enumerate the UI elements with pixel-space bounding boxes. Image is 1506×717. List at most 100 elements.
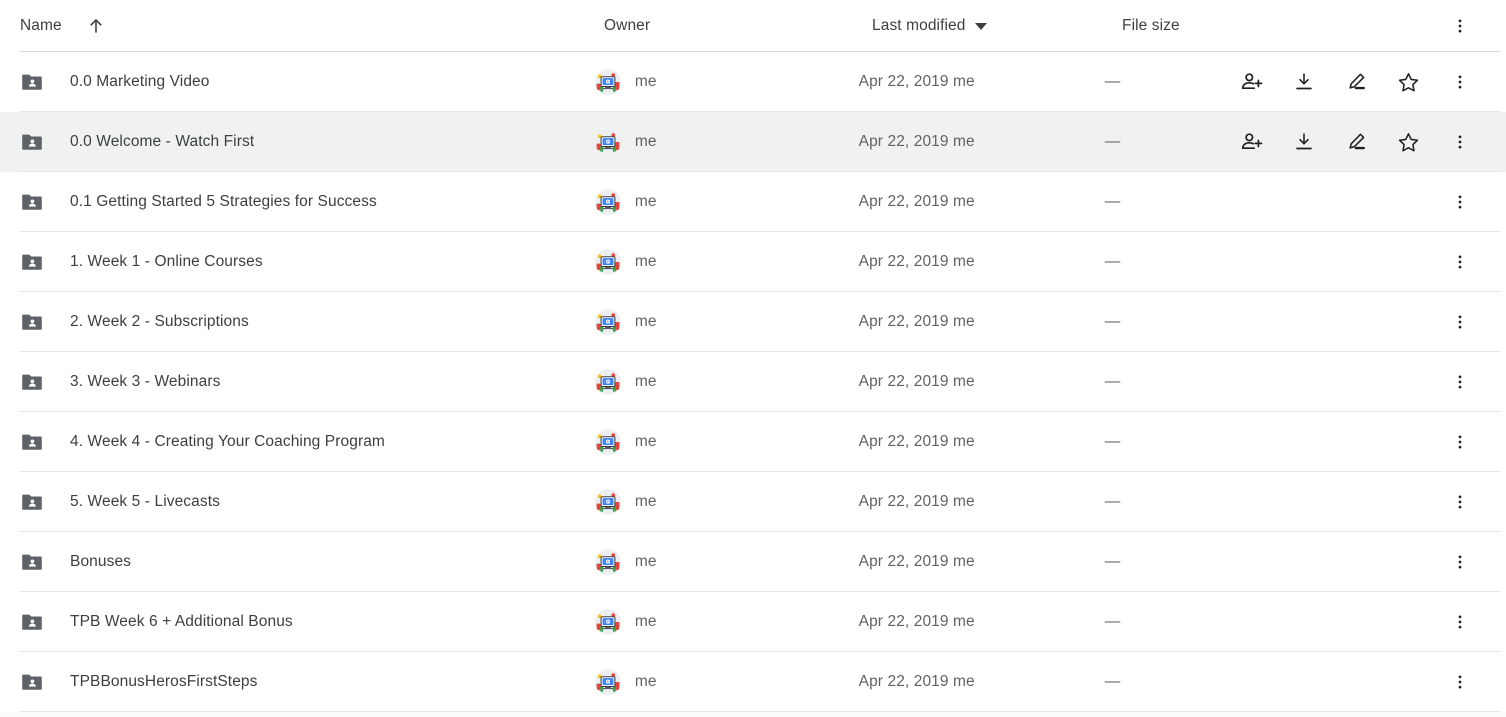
row-actions	[1213, 52, 1506, 112]
row-more-button[interactable]	[1447, 489, 1473, 515]
avatar	[595, 249, 621, 275]
file-size-label: —	[1104, 613, 1121, 630]
column-header-last-modified[interactable]: Last modified	[872, 0, 1122, 52]
table-row[interactable]: 3. Week 3 - Webinars me Apr 22, 2019 me …	[0, 352, 1506, 412]
last-modified-label: Apr 22, 2019 me	[858, 253, 975, 270]
cell-name: 4. Week 4 - Creating Your Coaching Progr…	[0, 412, 595, 472]
download-icon	[1293, 131, 1315, 153]
table-row[interactable]: 4. Week 4 - Creating Your Coaching Progr…	[0, 412, 1506, 472]
avatar	[595, 69, 621, 95]
table-row[interactable]: 0.0 Marketing Video me Apr 22, 2019 me —	[0, 52, 1506, 112]
last-modified-label: Apr 22, 2019 me	[858, 193, 975, 210]
download-button[interactable]	[1291, 129, 1317, 155]
file-size-label: —	[1104, 493, 1121, 510]
column-header-owner[interactable]: Owner	[604, 0, 872, 52]
file-name-label: 4. Week 4 - Creating Your Coaching Progr…	[70, 433, 385, 450]
last-modified-label: Apr 22, 2019 me	[858, 553, 975, 570]
more-vertical-icon	[1451, 313, 1469, 331]
more-vertical-icon	[1451, 373, 1469, 391]
file-size-label: —	[1104, 313, 1121, 330]
cell-last-modified: Apr 22, 2019 me	[859, 112, 1105, 172]
row-more-button[interactable]	[1447, 69, 1473, 95]
row-actions	[1213, 292, 1506, 352]
table-row[interactable]: 0.1 Getting Started 5 Strategies for Suc…	[0, 172, 1506, 232]
row-more-button[interactable]	[1447, 189, 1473, 215]
owner-label: me	[634, 553, 657, 570]
shared-folder-icon	[20, 310, 44, 334]
cell-last-modified: Apr 22, 2019 me	[859, 352, 1105, 412]
row-actions	[1213, 172, 1506, 232]
cell-last-modified: Apr 22, 2019 me	[859, 532, 1105, 592]
avatar	[595, 549, 621, 575]
cell-name: 0.1 Getting Started 5 Strategies for Suc…	[0, 172, 595, 232]
row-more-button[interactable]	[1447, 249, 1473, 275]
list-options-more-button[interactable]	[1447, 13, 1473, 39]
avatar	[595, 429, 621, 455]
table-row[interactable]: 1. Week 1 - Online Courses me Apr 22, 20…	[0, 232, 1506, 292]
cell-name: 0.0 Marketing Video	[0, 52, 595, 112]
column-header-name[interactable]: Name	[0, 0, 604, 52]
cell-name: TPBBonusHerosFirstSteps	[0, 652, 595, 712]
row-more-button[interactable]	[1447, 549, 1473, 575]
column-header-file-size[interactable]: File size	[1122, 0, 1232, 52]
file-name-label: 0.0 Welcome - Watch First	[70, 133, 255, 150]
shared-folder-icon	[20, 430, 44, 454]
cell-last-modified: Apr 22, 2019 me	[859, 592, 1105, 652]
row-actions	[1213, 592, 1506, 652]
cell-owner: me	[595, 292, 859, 352]
table-row[interactable]: Bonuses me Apr 22, 2019 me —	[0, 532, 1506, 592]
cell-last-modified: Apr 22, 2019 me	[859, 412, 1105, 472]
file-size-label: —	[1104, 553, 1121, 570]
cell-name: 0.0 Welcome - Watch First	[0, 112, 595, 172]
star-button[interactable]	[1395, 129, 1421, 155]
star-button[interactable]	[1395, 69, 1421, 95]
row-actions	[1213, 532, 1506, 592]
more-vertical-icon	[1451, 193, 1469, 211]
cell-owner: me	[595, 232, 859, 292]
cell-owner: me	[595, 592, 859, 652]
sort-arrow-up-icon[interactable]	[86, 16, 106, 36]
share-button[interactable]	[1239, 129, 1265, 155]
file-size-label: —	[1104, 373, 1121, 390]
row-more-button[interactable]	[1447, 669, 1473, 695]
row-more-button[interactable]	[1447, 309, 1473, 335]
avatar	[595, 309, 621, 335]
download-button[interactable]	[1291, 69, 1317, 95]
row-more-button[interactable]	[1447, 429, 1473, 455]
avatar	[595, 369, 621, 395]
more-vertical-icon	[1451, 73, 1469, 91]
cell-file-size: —	[1105, 532, 1213, 592]
table-row[interactable]: TPBBonusHerosFirstSteps me Apr 22, 2019 …	[0, 652, 1506, 712]
edit-button[interactable]	[1343, 129, 1369, 155]
last-modified-label: Apr 22, 2019 me	[858, 613, 975, 630]
file-list-view: Name Owner Last modified File size 0.0 M…	[0, 0, 1506, 717]
file-name-label: Bonuses	[70, 553, 132, 570]
table-row[interactable]: 2. Week 2 - Subscriptions me Apr 22, 201…	[0, 292, 1506, 352]
last-modified-label: Apr 22, 2019 me	[858, 313, 975, 330]
caret-down-icon[interactable]	[974, 22, 987, 30]
owner-label: me	[634, 313, 657, 330]
table-row[interactable]: 5. Week 5 - Livecasts me Apr 22, 2019 me…	[0, 472, 1506, 532]
file-size-label: —	[1104, 673, 1121, 690]
more-vertical-icon	[1451, 673, 1469, 691]
row-more-button[interactable]	[1447, 609, 1473, 635]
edit-button[interactable]	[1343, 69, 1369, 95]
avatar	[595, 669, 621, 695]
last-modified-label: Apr 22, 2019 me	[858, 433, 975, 450]
share-button[interactable]	[1239, 69, 1265, 95]
file-name-label: 0.0 Marketing Video	[70, 73, 210, 90]
cell-file-size: —	[1105, 292, 1213, 352]
row-more-button[interactable]	[1447, 129, 1473, 155]
file-name-label: 5. Week 5 - Livecasts	[70, 493, 220, 510]
table-row[interactable]: 0.0 Welcome - Watch First me Apr 22, 201…	[0, 112, 1506, 172]
file-size-label: —	[1104, 73, 1121, 90]
row-more-button[interactable]	[1447, 369, 1473, 395]
shared-folder-icon	[20, 610, 44, 634]
file-size-label: —	[1104, 433, 1121, 450]
table-row[interactable]: TPB Week 6 + Additional Bonus me Apr 22,…	[0, 592, 1506, 652]
shared-folder-icon	[20, 550, 44, 574]
shared-folder-icon	[20, 490, 44, 514]
owner-label: me	[634, 133, 657, 150]
file-name-label: TPB Week 6 + Additional Bonus	[70, 613, 293, 630]
edit-pencil-icon	[1345, 71, 1367, 93]
